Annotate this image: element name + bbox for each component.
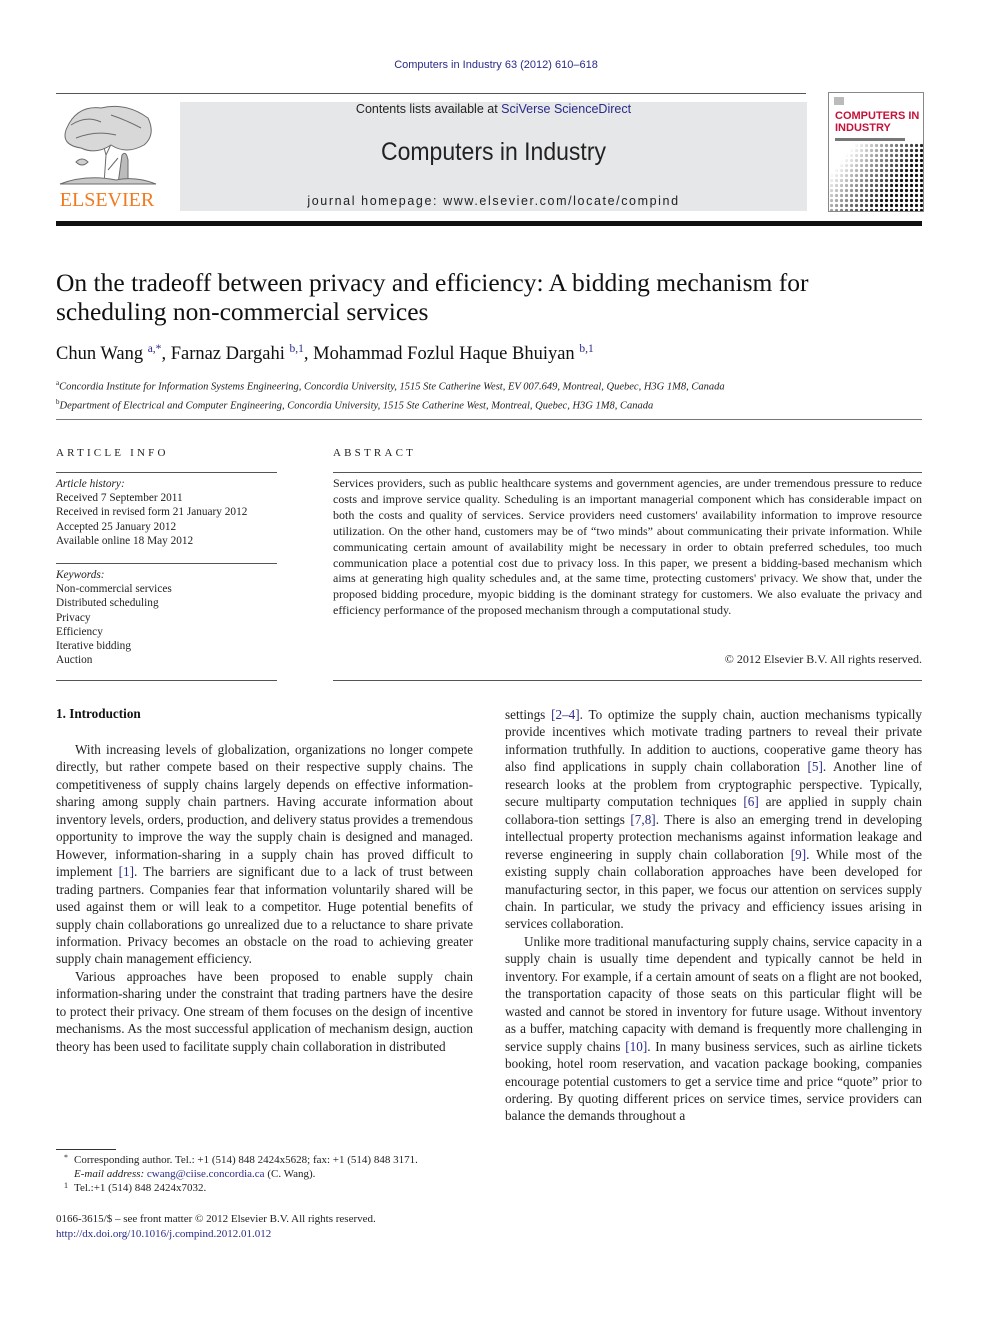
- body-paragraph: settings [2–4]. To optimize the supply c…: [505, 707, 923, 932]
- header-thick-divider: [56, 221, 922, 226]
- contents-prefix: Contents lists available at: [355, 102, 502, 116]
- email-label: E-mail address:: [74, 1168, 145, 1181]
- abstract-heading: ABSTRACT: [333, 447, 417, 459]
- body-paragraph: Various approaches have been proposed to…: [56, 968, 473, 1054]
- divider: [56, 419, 922, 420]
- author-affiliation-mark[interactable]: a,*: [148, 343, 162, 355]
- journal-title: Computers in Industry: [381, 138, 606, 166]
- history-item: Available online 18 May 2012: [56, 534, 194, 547]
- elsevier-wordmark: ELSEVIER: [59, 189, 155, 211]
- keyword: Iterative bidding: [56, 640, 131, 653]
- journal-homepage[interactable]: journal homepage: www.elsevier.com/locat…: [180, 194, 807, 208]
- article-history-label: Article history:: [56, 478, 125, 490]
- doi-link[interactable]: http://dx.doi.org/10.1016/j.compind.2012…: [56, 1228, 271, 1240]
- footnote-divider: [56, 1149, 116, 1150]
- author[interactable]: Chun Wang a,*: [56, 343, 162, 364]
- footnote-mark: 1: [64, 1181, 68, 1191]
- keyword: Privacy: [56, 611, 91, 624]
- abstract-text: Services providers, such as public healt…: [333, 476, 922, 618]
- footnote-mark: *: [64, 1153, 68, 1162]
- header-divider: [56, 93, 806, 94]
- body-paragraph: With increasing levels of globalization,…: [56, 742, 473, 967]
- divider: [56, 472, 277, 473]
- keyword: Efficiency: [56, 625, 103, 638]
- affiliation: bDepartment of Electrical and Computer E…: [56, 397, 654, 412]
- body-paragraph: Unlike more traditional manufacturing su…: [505, 933, 922, 1124]
- citation-link[interactable]: [1]: [119, 864, 134, 879]
- article-history: Article history: Received 7 September 20…: [56, 477, 277, 548]
- keyword: Distributed scheduling: [56, 597, 159, 610]
- keyword: Non-commercial services: [56, 583, 172, 596]
- email-link[interactable]: cwang@ciise.concordia.ca: [147, 1168, 265, 1180]
- cover-subtitle-line: [835, 138, 905, 141]
- author-list: Chun Wang a,*, Farnaz Dargahi b,1, Moham…: [56, 343, 594, 365]
- body-column-left: With increasing levels of globalization,…: [56, 741, 473, 1055]
- author-affiliation-mark[interactable]: b,1: [290, 343, 304, 355]
- issn-line: 0166-3615/$ – see front matter © 2012 El…: [56, 1213, 376, 1225]
- citation-link[interactable]: [6]: [743, 794, 758, 809]
- divider: [333, 680, 922, 681]
- divider: [56, 563, 277, 564]
- journal-cover-thumbnail: COMPUTERS IN INDUSTRY: [828, 92, 924, 212]
- keywords: Keywords: Non-commercial services Distri…: [56, 568, 277, 667]
- section-heading-introduction: 1. Introduction: [56, 706, 141, 721]
- contents-line: Contents lists available at SciVerse Sci…: [180, 102, 807, 116]
- article-title: On the tradeoff between privacy and effi…: [56, 268, 809, 326]
- abstract-copyright: © 2012 Elsevier B.V. All rights reserved…: [724, 652, 922, 666]
- journal-banner: Contents lists available at SciVerse Sci…: [180, 102, 807, 211]
- citation-link[interactable]: [5]: [807, 759, 822, 774]
- article-info-heading: ARTICLE INFO: [56, 447, 169, 459]
- cover-title: COMPUTERS IN INDUSTRY: [835, 110, 920, 134]
- keyword: Auction: [56, 654, 93, 667]
- divider: [333, 472, 922, 473]
- elsevier-logo: ELSEVIER: [56, 100, 158, 212]
- history-item: Accepted 25 January 2012: [56, 520, 177, 533]
- author[interactable]: Farnaz Dargahi b,1: [171, 343, 304, 364]
- journal-reference[interactable]: Computers in Industry 63 (2012) 610–618: [0, 59, 992, 71]
- tree-icon: [59, 105, 157, 185]
- citation-link[interactable]: [10]: [625, 1039, 647, 1054]
- sciencedirect-link[interactable]: SciVerse ScienceDirect: [501, 102, 631, 116]
- footnote-1: 1 Tel.:+1 (514) 848 2424x7032.: [64, 1181, 207, 1195]
- author[interactable]: Mohammad Fozlul Haque Bhuiyan b,1: [313, 343, 594, 364]
- history-item: Received in revised form 21 January 2012: [56, 506, 248, 519]
- affiliations: aConcordia Institute for Information Sys…: [56, 376, 725, 413]
- citation-link[interactable]: [9]: [791, 847, 806, 862]
- divider: [56, 680, 277, 681]
- footnote-corresponding-author: * Corresponding author. Tel.: +1 (514) 8…: [64, 1153, 418, 1181]
- citation-link[interactable]: [7,8]: [630, 812, 655, 827]
- citation-link[interactable]: [2–4]: [551, 707, 580, 722]
- body-column-right: settings [2–4]. To optimize the supply c…: [505, 706, 922, 1125]
- keywords-label: Keywords:: [56, 569, 105, 581]
- author-affiliation-mark[interactable]: b,1: [579, 343, 593, 355]
- history-item: Received 7 September 2011: [56, 492, 183, 505]
- front-matter: 0166-3615/$ – see front matter © 2012 El…: [56, 1212, 376, 1241]
- footnotes: * Corresponding author. Tel.: +1 (514) 8…: [56, 1153, 486, 1196]
- affiliation: aConcordia Institute for Information Sys…: [56, 379, 725, 393]
